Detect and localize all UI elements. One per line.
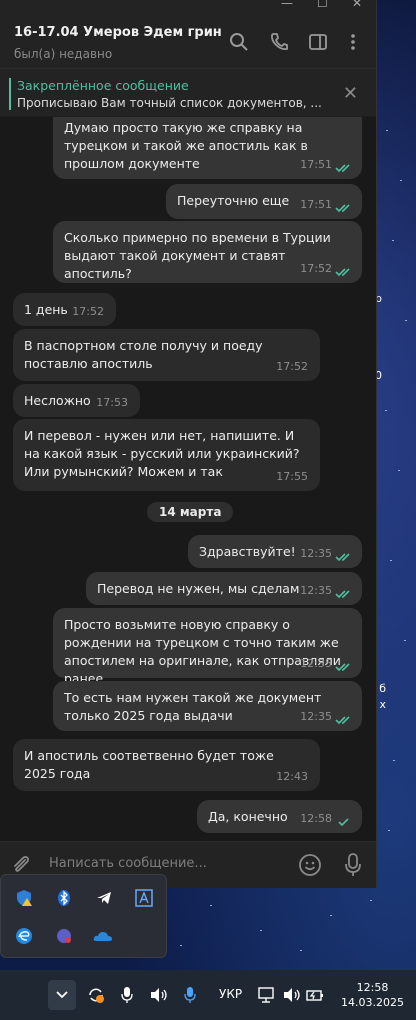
message-time: 17:52 bbox=[300, 262, 332, 275]
message-time: 12:58 bbox=[300, 812, 332, 825]
double-check-icon bbox=[335, 268, 350, 277]
clock-date: 14.03.2025 bbox=[341, 996, 404, 1009]
message-time: 12:35 bbox=[300, 547, 332, 560]
system-clock[interactable]: 12:58 14.03.2025 bbox=[341, 980, 404, 1010]
desktop-label: б bbox=[379, 682, 386, 695]
double-check-icon bbox=[335, 204, 350, 213]
close-window-button[interactable]: ✕ bbox=[352, 0, 362, 10]
language-indicator[interactable]: УКР bbox=[219, 987, 242, 1001]
telegram-icon[interactable] bbox=[95, 889, 113, 907]
double-check-icon bbox=[335, 164, 350, 173]
message-text: И перевол - нужен или нет, напишите. И н… bbox=[24, 428, 300, 479]
pin-indicator bbox=[9, 78, 11, 110]
network-icon[interactable] bbox=[258, 986, 276, 1004]
message-list[interactable]: Думаю просто такую же справку на турецко… bbox=[0, 117, 376, 841]
double-check-icon bbox=[335, 663, 350, 672]
double-check-icon bbox=[335, 553, 350, 562]
pinned-title: Закреплённое сообщение bbox=[17, 78, 189, 93]
date-separator: 14 марта bbox=[147, 502, 234, 522]
telegram-window: — ☐ ✕ 16-17.04 Умеров Эдем грин был(а) н… bbox=[0, 0, 377, 888]
message-bubble-incoming[interactable]: В паспортном столе получу и поеду постав… bbox=[13, 329, 320, 381]
message-bubble-outgoing[interactable]: Да, конечно 12:58 bbox=[197, 800, 362, 833]
message-bubble-outgoing[interactable]: Переуточню еще 17:51 bbox=[166, 184, 362, 219]
message-text: В паспортном столе получу и поеду постав… bbox=[24, 338, 263, 371]
message-bubble-outgoing[interactable]: Перевод не нужен, мы сделам 12:35 bbox=[86, 572, 362, 605]
pinned-text: Прописываю Вам точный список документов,… bbox=[17, 96, 322, 110]
message-time: 17:52 bbox=[276, 360, 308, 373]
message-time: 17:51 bbox=[300, 158, 332, 171]
bluetooth-icon[interactable] bbox=[55, 889, 73, 907]
message-bubble-outgoing[interactable]: Здравствуйте! 12:35 bbox=[188, 535, 362, 568]
tray-overflow-popup bbox=[0, 874, 167, 958]
battery-charging-icon[interactable] bbox=[305, 986, 325, 1004]
message-text: Просто возьмите новую справку о рождении… bbox=[64, 617, 341, 686]
pinned-message[interactable]: Закреплённое сообщение Прописываю Вам то… bbox=[0, 68, 376, 116]
message-text: Думаю просто такую же справку на турецко… bbox=[64, 120, 308, 171]
chat-header[interactable]: 16-17.04 Умеров Эдем грин был(а) недавно bbox=[0, 12, 376, 68]
volume-icon[interactable] bbox=[149, 986, 169, 1004]
message-time: 12:35 bbox=[300, 584, 332, 597]
minimize-button[interactable]: — bbox=[281, 0, 293, 10]
edge-icon[interactable] bbox=[15, 927, 33, 945]
search-icon[interactable] bbox=[229, 32, 249, 52]
message-time: 17:55 bbox=[276, 470, 308, 483]
mic-in-use-icon[interactable] bbox=[184, 986, 196, 1004]
defender-warning-icon[interactable] bbox=[15, 889, 33, 907]
message-time: 17:51 bbox=[300, 198, 332, 211]
message-bubble-incoming[interactable]: Несложно 17:53 bbox=[13, 384, 140, 417]
chevron-down-icon bbox=[56, 991, 68, 999]
message-bubble-incoming[interactable]: И перевол - нужен или нет, напишите. И н… bbox=[13, 419, 320, 491]
clock-time: 12:58 bbox=[356, 981, 389, 994]
more-options-icon[interactable] bbox=[343, 32, 363, 52]
message-time: 12:35 bbox=[300, 710, 332, 723]
double-check-icon bbox=[335, 590, 350, 599]
sidebar-toggle-icon[interactable] bbox=[308, 32, 328, 52]
message-text: И апостиль соответвенно будет тоже 2025 … bbox=[24, 748, 274, 781]
message-bubble-outgoing[interactable]: То есть нам нужен такой же документ толь… bbox=[53, 681, 362, 731]
message-bubble-outgoing[interactable]: Просто возьмите новую справку о рождении… bbox=[53, 608, 362, 686]
message-bubble-outgoing[interactable]: Сколько примерно по времени в Турции выд… bbox=[53, 221, 362, 283]
sync-icon[interactable] bbox=[86, 986, 106, 1004]
chat-title[interactable]: 16-17.04 Умеров Эдем грин bbox=[14, 25, 222, 40]
message-time: 17:53 bbox=[96, 396, 128, 409]
speaker-icon[interactable] bbox=[282, 986, 302, 1004]
taskbar: УКР 12:58 14.03.2025 bbox=[0, 970, 416, 1020]
message-time: 17:52 bbox=[72, 305, 104, 318]
attach-icon[interactable] bbox=[10, 854, 32, 876]
chat-status: был(а) недавно bbox=[14, 47, 113, 61]
microphone-icon[interactable] bbox=[343, 852, 363, 878]
title-bar: — ☐ ✕ bbox=[0, 0, 376, 12]
double-check-icon bbox=[335, 716, 350, 725]
message-input[interactable]: Написать сообщение... bbox=[49, 856, 207, 871]
microphone-tray-icon[interactable] bbox=[121, 986, 133, 1004]
message-bubble-incoming[interactable]: И апостиль соответвенно будет тоже 2025 … bbox=[13, 739, 320, 791]
message-bubble-outgoing[interactable]: Думаю просто такую же справку на турецко… bbox=[53, 117, 362, 179]
message-bubble-incoming[interactable]: 1 день 17:52 bbox=[13, 293, 116, 326]
desktop-label: х bbox=[379, 698, 386, 711]
message-time: 12:43 bbox=[276, 770, 308, 783]
single-check-icon bbox=[338, 818, 349, 827]
teams-icon[interactable] bbox=[55, 927, 73, 945]
phone-icon[interactable] bbox=[269, 32, 289, 52]
show-hidden-icons-button[interactable] bbox=[48, 980, 76, 1010]
message-time: 12:35 bbox=[300, 657, 332, 670]
maximize-button[interactable]: ☐ bbox=[317, 0, 328, 10]
emoji-icon[interactable] bbox=[298, 853, 322, 877]
onedrive-icon[interactable] bbox=[93, 927, 113, 945]
close-pinned-icon[interactable]: ✕ bbox=[343, 83, 358, 104]
text-input-icon[interactable] bbox=[135, 889, 153, 907]
